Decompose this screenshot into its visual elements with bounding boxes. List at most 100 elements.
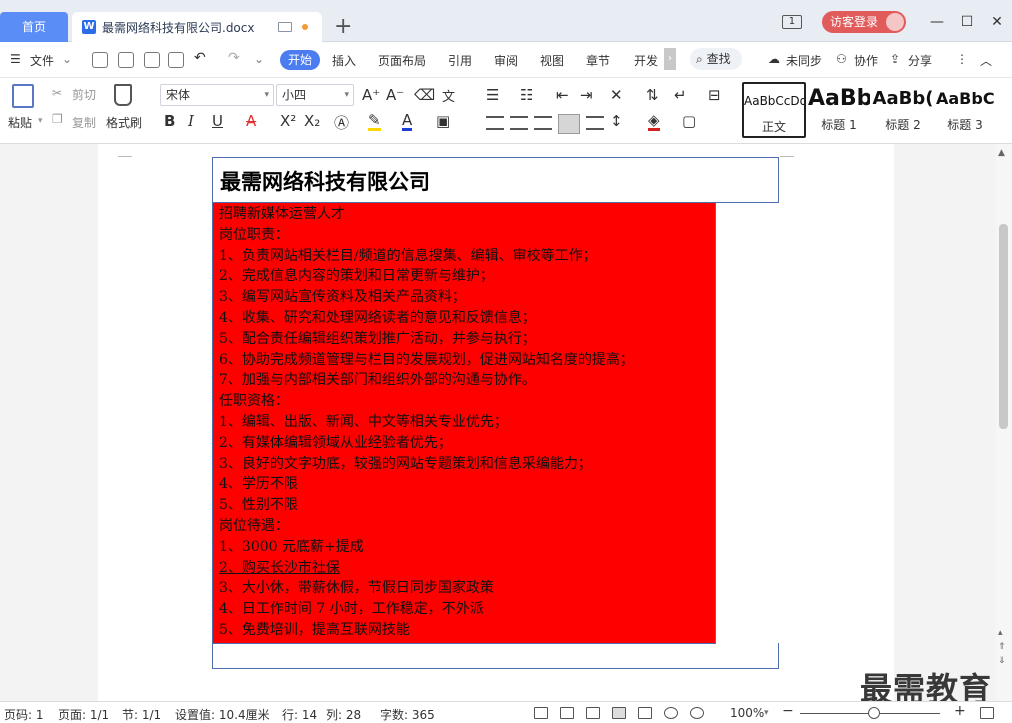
style-normal[interactable]: AaBbCcDd 正文 [742, 82, 806, 138]
tab-document[interactable]: W 最需网络科技有限公司.docx [72, 12, 322, 42]
shading-icon[interactable]: ◈ [648, 112, 660, 131]
style-heading-1[interactable]: AaBb 标题 1 [808, 82, 870, 138]
decrease-indent-icon[interactable]: ⇤ [556, 86, 569, 104]
prev-page-icon[interactable]: ⇑ [998, 642, 1006, 652]
scrollbar-thumb[interactable] [999, 224, 1008, 429]
outline-view-icon[interactable] [638, 707, 652, 719]
monitor-icon[interactable] [278, 22, 292, 32]
collapse-ribbon-icon[interactable]: ︿ [980, 52, 992, 69]
distribute-icon[interactable] [586, 116, 604, 130]
grow-font-icon[interactable]: A⁺ [362, 86, 380, 104]
show-marks-icon[interactable]: ↵ [674, 86, 687, 104]
copy-button[interactable]: 复制 [72, 114, 96, 131]
print-icon[interactable] [144, 52, 160, 68]
scroll-up-icon[interactable]: ▴ [998, 628, 1003, 638]
export-icon[interactable] [118, 52, 134, 68]
highlight-icon[interactable]: ✎ [368, 112, 381, 131]
zoom-out-button[interactable]: − [782, 703, 794, 719]
minimize-button[interactable]: — [922, 14, 952, 30]
add-tab-button[interactable]: + [334, 14, 352, 40]
line-spacing-icon[interactable]: ↕ [610, 112, 623, 130]
eye-protection-icon[interactable] [690, 707, 704, 719]
status-page-number[interactable]: 页码: 1 [4, 706, 44, 723]
tab-develop[interactable]: 开发 [634, 52, 658, 69]
table-footer-cell[interactable] [212, 643, 779, 669]
align-center-icon[interactable] [510, 116, 528, 130]
more-chevron-icon[interactable]: ⌄ [254, 52, 264, 66]
fit-page-icon[interactable] [980, 707, 994, 719]
numbering-icon[interactable]: ☷ [520, 86, 533, 104]
maximize-button[interactable]: ☐ [952, 14, 982, 30]
align-right-icon[interactable] [534, 116, 552, 130]
tab-review[interactable]: 审阅 [494, 52, 518, 69]
paste-dropdown-icon[interactable]: ▾ [38, 116, 43, 126]
bold-button[interactable]: B [164, 112, 175, 130]
shrink-font-icon[interactable]: A⁻ [386, 86, 404, 104]
strikethrough-button[interactable]: A [246, 112, 256, 130]
tab-insert[interactable]: 插入 [332, 52, 356, 69]
cut-button[interactable]: 剪切 [72, 86, 96, 103]
paste-icon[interactable] [12, 84, 34, 108]
search-button[interactable]: ⌕ 查找 [690, 48, 742, 70]
print-preview-icon[interactable] [168, 52, 184, 68]
read-mode-icon[interactable] [560, 707, 574, 719]
italic-button[interactable]: I [188, 112, 194, 130]
justify-icon[interactable] [558, 114, 580, 134]
undo-icon[interactable]: ↶ [194, 50, 206, 66]
edit-mode-icon[interactable] [586, 707, 600, 719]
zoom-slider-handle[interactable] [868, 707, 880, 719]
page-view-icon[interactable] [612, 707, 626, 719]
page-count-icon[interactable]: 1 [781, 15, 802, 29]
more-options-icon[interactable]: ⋮ [956, 52, 968, 66]
sort-icon[interactable]: ⇅ [646, 86, 659, 104]
next-page-icon[interactable]: ⇓ [998, 656, 1006, 666]
redo-icon[interactable]: ↷ [228, 50, 240, 66]
menu-file[interactable]: 文件 [30, 52, 54, 69]
fullscreen-icon[interactable] [534, 707, 548, 719]
chinese-layout-icon[interactable]: ✕ [610, 86, 623, 104]
cloud-sync-icon[interactable]: ☁ [768, 52, 780, 66]
scroll-up-icon[interactable]: ▲ [998, 148, 1005, 158]
not-synced-button[interactable]: 未同步 [786, 52, 822, 69]
bullets-icon[interactable]: ☰ [486, 86, 499, 104]
text-effect-icon[interactable]: Ⓐ [334, 112, 349, 133]
font-size-select[interactable]: 小四 ▾ [276, 84, 354, 106]
increase-indent-icon[interactable]: ⇥ [580, 86, 593, 104]
zoom-level[interactable]: 100% [730, 706, 764, 720]
tab-references[interactable]: 引用 [448, 52, 472, 69]
status-pages[interactable]: 页面: 1/1 [58, 706, 109, 723]
format-painter-button[interactable]: 格式刷 [106, 114, 142, 131]
close-button[interactable]: ✕ [982, 14, 1012, 30]
document-area[interactable]: 最需网络科技有限公司 招聘新媒体运营人才 岗位职责： 1、负责网站相关栏目/频道的信… [0, 144, 996, 701]
tab-view[interactable]: 视图 [540, 52, 564, 69]
share-button[interactable]: 分享 [908, 52, 932, 69]
guest-login-button[interactable]: 访客登录 [821, 11, 906, 33]
vertical-scrollbar[interactable]: ▲ ▴ ⇑ ⇓ [996, 144, 1012, 701]
tab-home[interactable]: 首页 [0, 12, 68, 42]
char-border-icon[interactable]: ▣ [436, 112, 450, 130]
status-word-count[interactable]: 字数: 365 [380, 706, 435, 723]
zoom-dropdown-icon[interactable]: ▾ [764, 708, 769, 718]
clear-format-icon[interactable]: ⌫ [414, 86, 435, 104]
status-section[interactable]: 节: 1/1 [122, 706, 161, 723]
chevron-down-icon[interactable]: ⌄ [62, 52, 72, 66]
font-name-select[interactable]: 宋体 ▾ [160, 84, 274, 106]
align-left-icon[interactable] [486, 116, 504, 130]
phonetic-guide-icon[interactable]: 文 [442, 86, 455, 105]
zoom-in-button[interactable]: + [954, 703, 966, 719]
collaborate-button[interactable]: 协作 [854, 52, 878, 69]
tabs-scroll-right-icon[interactable]: › [664, 48, 676, 70]
status-position[interactable]: 设置值: 10.4厘米 [175, 706, 270, 723]
paste-button[interactable]: 粘贴 [8, 114, 32, 131]
borders-icon[interactable]: ▢ [682, 112, 696, 130]
share-icon[interactable]: ⇪ [890, 52, 900, 66]
font-color-icon[interactable]: A [402, 112, 413, 131]
underline-button[interactable]: U [212, 112, 223, 130]
superscript-button[interactable]: X² [280, 112, 296, 130]
collaborate-icon[interactable]: ⚇ [836, 52, 847, 66]
status-row[interactable]: 行: 14 [282, 706, 317, 723]
tab-stops-icon[interactable]: ⊟ [708, 86, 721, 104]
web-view-icon[interactable] [664, 707, 678, 719]
hamburger-icon[interactable]: ☰ [10, 52, 21, 66]
tab-page-layout[interactable]: 页面布局 [378, 52, 426, 69]
